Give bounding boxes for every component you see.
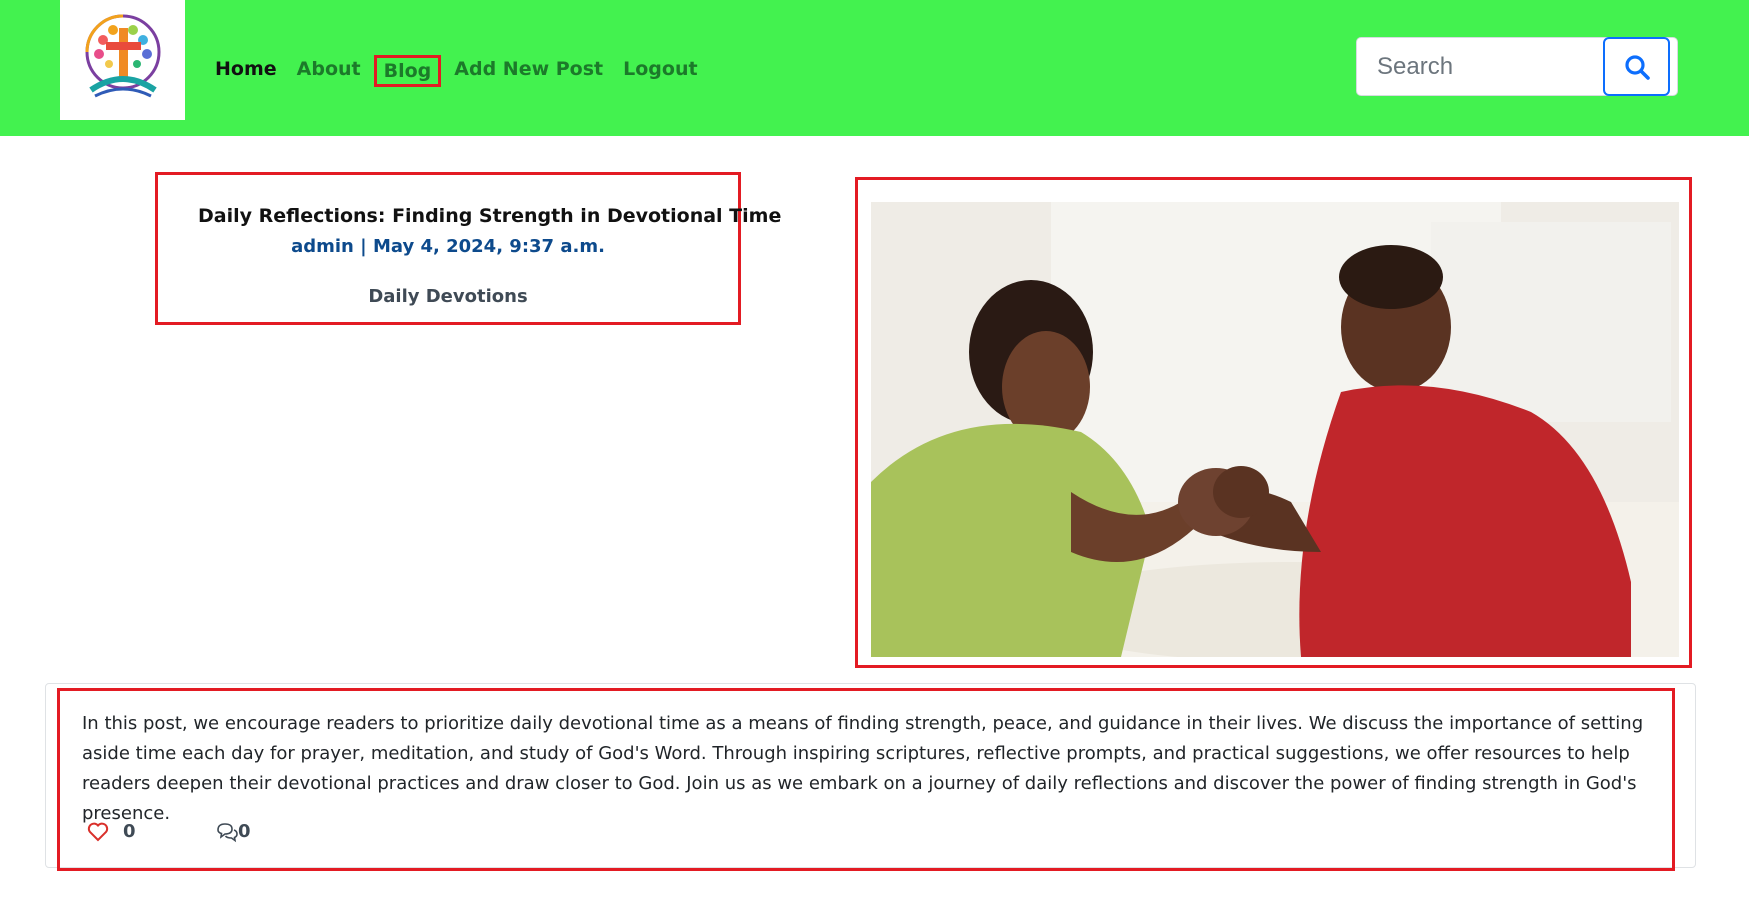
main-nav: Home About Blog Add New Post Logout <box>215 55 708 87</box>
post-meta[interactable]: admin | May 4, 2024, 9:37 a.m. <box>158 236 738 257</box>
nav-add-new-post[interactable]: Add New Post <box>444 55 613 87</box>
post-title: Daily Reflections: Finding Strength in D… <box>198 205 782 227</box>
nav-blog[interactable]: Blog <box>373 55 442 87</box>
search-form <box>1356 37 1678 96</box>
post-image-frame <box>855 177 1692 668</box>
post-category: Daily Devotions <box>368 286 528 307</box>
post-content: In this post, we encourage readers to pr… <box>82 713 1644 824</box>
heart-icon[interactable] <box>87 822 109 842</box>
like-count: 0 <box>123 821 136 842</box>
comment-count: 0 <box>238 821 251 842</box>
nav-about[interactable]: About <box>287 55 371 87</box>
nav-logout[interactable]: Logout <box>613 55 707 87</box>
site-logo[interactable] <box>60 0 185 120</box>
post-body: In this post, we encourage readers to pr… <box>57 688 1675 871</box>
search-button[interactable] <box>1603 37 1670 96</box>
nav-home[interactable]: Home <box>215 55 287 87</box>
comments-icon[interactable] <box>215 821 239 843</box>
church-cross-tree-logo-icon <box>85 14 160 98</box>
search-input[interactable] <box>1357 38 1602 95</box>
couple-praying-photo <box>871 202 1679 657</box>
post-header: Daily Reflections: Finding Strength in D… <box>155 172 782 325</box>
search-icon <box>1624 54 1650 80</box>
navbar: Home About Blog Add New Post Logout <box>0 0 1749 136</box>
